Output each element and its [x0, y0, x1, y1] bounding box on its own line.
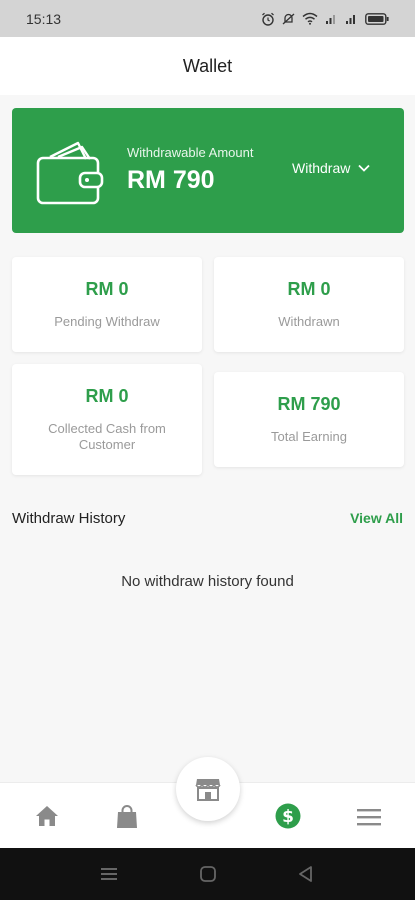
stat-card-pending-withdraw: RM 0 Pending Withdraw [12, 257, 202, 352]
home-circle-icon[interactable] [199, 865, 217, 883]
status-bar: 15:13 [0, 0, 415, 37]
shopping-bag-icon[interactable] [116, 805, 138, 829]
system-nav-bar [0, 848, 415, 900]
chevron-down-icon [358, 164, 370, 172]
balance-amount: RM 790 [127, 166, 215, 194]
battery-icon [365, 12, 389, 25]
stat-card-withdrawn: RM 0 Withdrawn [214, 257, 404, 352]
home-icon[interactable] [35, 805, 59, 827]
withdraw-label: Withdraw [292, 160, 351, 176]
signal-icon [346, 15, 355, 24]
recents-icon[interactable] [100, 865, 118, 883]
store-icon [195, 779, 221, 801]
balance-card: Withdrawable Amount RM 790 Withdraw [12, 108, 404, 233]
stat-label: Collected Cash from Customer [48, 421, 166, 452]
dollar-icon[interactable]: $ [275, 803, 301, 829]
store-button[interactable] [176, 757, 240, 821]
view-all-link[interactable]: View All [350, 510, 403, 526]
stat-value: RM 0 [287, 279, 331, 299]
svg-text:$: $ [282, 807, 294, 827]
withdraw-history-title: Withdraw History [12, 510, 126, 527]
wallet-icon [36, 141, 104, 205]
page-title: Wallet [182, 55, 233, 76]
status-time: 15:13 [26, 10, 62, 27]
withdraw-dropdown-button[interactable]: Withdraw [292, 160, 370, 176]
stat-card-total-earning: RM 790 Total Earning [214, 372, 404, 467]
back-triangle-icon[interactable] [297, 865, 315, 883]
status-icons [261, 12, 389, 26]
wifi-icon [302, 12, 318, 25]
balance-label: Withdrawable Amount [127, 145, 254, 160]
stat-card-collected-cash: RM 0 Collected Cash from Customer [12, 364, 202, 475]
stat-label: Pending Withdraw [54, 314, 160, 329]
stat-label: Withdrawn [278, 314, 340, 329]
stat-value: RM 0 [85, 386, 129, 406]
signal-icon [326, 15, 335, 24]
menu-icon[interactable] [357, 809, 381, 826]
stat-label: Total Earning [271, 429, 347, 444]
stat-value: RM 790 [277, 394, 341, 414]
alarm-icon [262, 12, 274, 26]
mute-icon [282, 13, 295, 24]
empty-history-message: No withdraw history found [121, 573, 294, 590]
app-bar: Wallet [0, 37, 415, 95]
stat-value: RM 0 [85, 279, 129, 299]
